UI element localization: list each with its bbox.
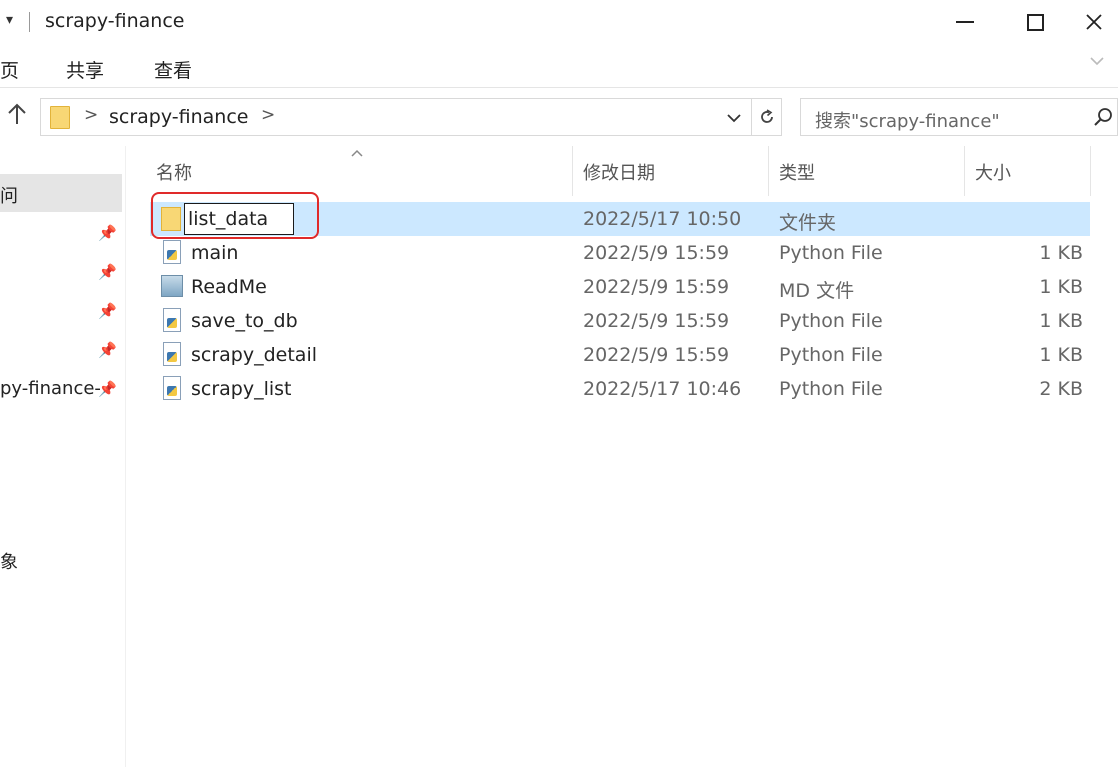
minimize-icon xyxy=(956,21,974,23)
file-modified: 2022/5/9 15:59 xyxy=(583,344,730,366)
tab-view[interactable]: 查看 xyxy=(154,56,192,83)
column-header-modified[interactable]: 修改日期 xyxy=(573,146,768,196)
close-button[interactable] xyxy=(1070,0,1118,44)
pin-icon: 📌 xyxy=(98,380,117,398)
tab-home[interactable]: 页 xyxy=(0,56,19,83)
sort-ascending-icon xyxy=(351,149,363,157)
file-type: 文件夹 xyxy=(779,212,837,234)
file-name: ReadMe xyxy=(191,276,267,298)
expand-ribbon-icon[interactable] xyxy=(1088,52,1106,70)
refresh-icon xyxy=(760,109,773,123)
sidebar-item-3d-objects[interactable]: 象 xyxy=(0,548,18,574)
file-size: 1 KB xyxy=(1039,344,1083,366)
search-box[interactable]: 搜索"scrapy-finance" xyxy=(800,98,1118,136)
navigation-pane: 问 📌 📌 📌 📌 py-finance- 📌 象 xyxy=(0,146,126,767)
file-size: 2 KB xyxy=(1039,378,1083,400)
up-arrow-icon[interactable] xyxy=(6,102,28,126)
annotation-highlight-box xyxy=(151,192,319,239)
column-header-label: 修改日期 xyxy=(583,163,655,184)
list-item-save-to-db[interactable]: save_to_db 2022/5/9 15:59 Python File 1 … xyxy=(150,304,1090,338)
breadcrumb-current-folder[interactable]: scrapy-finance xyxy=(109,106,248,128)
column-header-name[interactable]: 名称 xyxy=(126,146,572,196)
ribbon-tabs: 页 共享 查看 xyxy=(0,44,1118,88)
close-icon xyxy=(1086,14,1102,30)
folder-icon xyxy=(50,106,70,129)
file-modified: 2022/5/9 15:59 xyxy=(583,242,730,264)
pin-icon: 📌 xyxy=(98,224,117,242)
maximize-button[interactable] xyxy=(1000,0,1070,44)
breadcrumb-separator[interactable]: > xyxy=(261,105,275,125)
pin-icon: 📌 xyxy=(98,263,117,281)
file-name: save_to_db xyxy=(191,310,298,332)
list-item-readme[interactable]: ReadMe 2022/5/9 15:59 MD 文件 1 KB xyxy=(150,270,1090,304)
sidebar-item-scrapy-finance[interactable]: py-finance- xyxy=(0,378,101,399)
python-file-icon xyxy=(163,308,181,332)
list-item-scrapy-list[interactable]: scrapy_list 2022/5/17 10:46 Python File … xyxy=(150,372,1090,406)
title-bar: ▾ scrapy-finance xyxy=(0,0,1118,44)
file-modified: 2022/5/17 10:50 xyxy=(583,208,742,230)
tab-share[interactable]: 共享 xyxy=(66,56,104,83)
navigation-bar: > scrapy-finance > 搜索"scrapy-finance" xyxy=(0,88,1118,146)
toolbar-separator xyxy=(29,12,30,32)
python-file-icon xyxy=(163,342,181,366)
minimize-button[interactable] xyxy=(930,0,1000,44)
file-name: main xyxy=(191,242,239,264)
file-size: 1 KB xyxy=(1039,276,1083,298)
markdown-file-icon xyxy=(161,275,183,297)
file-size: 1 KB xyxy=(1039,242,1083,264)
address-bar[interactable]: > scrapy-finance > xyxy=(40,98,782,136)
search-icon[interactable] xyxy=(1093,107,1113,127)
file-type: Python File xyxy=(779,378,883,400)
refresh-button[interactable] xyxy=(751,99,781,135)
column-header-label: 大小 xyxy=(975,163,1011,184)
column-header-label: 名称 xyxy=(156,163,192,184)
search-input[interactable]: 搜索"scrapy-finance" xyxy=(815,107,1000,133)
window-title: scrapy-finance xyxy=(45,10,185,32)
list-item-scrapy-detail[interactable]: scrapy_detail 2022/5/9 15:59 Python File… xyxy=(150,338,1090,372)
file-name: scrapy_detail xyxy=(191,344,318,366)
file-type: MD 文件 xyxy=(779,280,855,302)
python-file-icon xyxy=(163,376,181,400)
column-header-type[interactable]: 类型 xyxy=(769,146,964,196)
list-item-main[interactable]: main 2022/5/9 15:59 Python File 1 KB xyxy=(150,236,1090,270)
sidebar-item-label: 问 xyxy=(0,186,18,207)
file-list: 名称 修改日期 类型 大小 list_data 2022/5/17 10:50 … xyxy=(126,146,1118,767)
file-modified: 2022/5/9 15:59 xyxy=(583,276,730,298)
maximize-icon xyxy=(1026,13,1044,31)
file-name: scrapy_list xyxy=(191,378,292,400)
file-type: Python File xyxy=(779,344,883,366)
chevron-down-icon[interactable] xyxy=(725,109,743,127)
pin-icon: 📌 xyxy=(98,341,117,359)
column-header-label: 类型 xyxy=(779,163,815,184)
breadcrumb-separator[interactable]: > xyxy=(84,105,98,125)
column-header-size[interactable]: 大小 xyxy=(965,146,1090,196)
file-type: Python File xyxy=(779,310,883,332)
pin-icon: 📌 xyxy=(98,302,117,320)
column-divider[interactable] xyxy=(1090,146,1091,196)
file-modified: 2022/5/17 10:46 xyxy=(583,378,742,400)
sidebar-item-quick-access[interactable]: 问 xyxy=(0,174,122,212)
file-modified: 2022/5/9 15:59 xyxy=(583,310,730,332)
file-type: Python File xyxy=(779,242,883,264)
python-file-icon xyxy=(163,240,181,264)
quick-access-toolbar-dropdown-icon[interactable]: ▾ xyxy=(6,12,13,28)
file-size: 1 KB xyxy=(1039,310,1083,332)
